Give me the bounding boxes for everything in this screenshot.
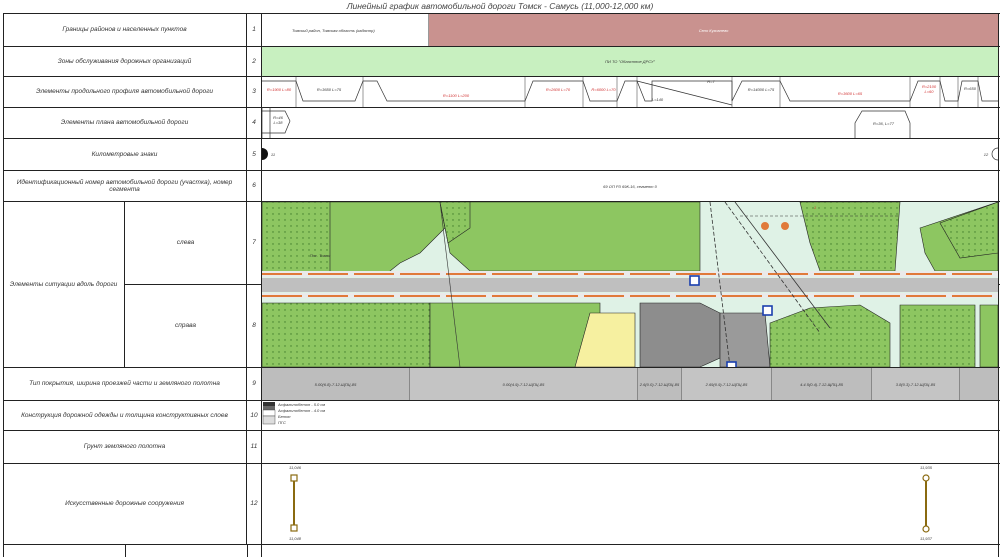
- bus-stop-icon: [762, 305, 773, 316]
- profile-label-6: R=7: [707, 78, 715, 84]
- row-header-structures: Искусственные дорожные сооружения: [3, 463, 247, 544]
- forest-left-3: [939, 202, 998, 259]
- row-num-11: 11: [247, 430, 262, 463]
- field-left-2: [439, 202, 701, 272]
- culvert-left-bottom-label: 11,048: [289, 536, 301, 541]
- row-num-4: 4: [247, 107, 262, 138]
- row-header-districts: Границы районов и населенных пунктов: [3, 13, 247, 46]
- field-left-1: [329, 202, 446, 276]
- district-zone: Томский район, Томская область (кадастр): [262, 14, 429, 46]
- profile-label-11: R=650: [964, 85, 976, 91]
- service-org-zone: ПИ ТО "Областное ДРСУ": [262, 47, 998, 76]
- building-1: [639, 302, 721, 367]
- row-num-6: 6: [247, 170, 262, 201]
- profile-label-8: R=14000 L=75: [747, 86, 775, 92]
- field-right-1: [429, 302, 601, 367]
- row-num-12: 12: [247, 463, 262, 544]
- plan-curve-left-label: R=46 L=38: [273, 115, 283, 125]
- km-sign-right-label: 12: [983, 151, 989, 157]
- surface-segment-7: [960, 368, 998, 400]
- profile-label-2: R=3650 L=75: [316, 86, 342, 92]
- culvert-right-top-label: 11,935: [920, 465, 932, 470]
- forest-right-2: [769, 304, 891, 367]
- row-header-km-signs: Километровые знаки: [3, 138, 247, 170]
- row-num-2: 2: [247, 46, 262, 76]
- field-right-3: [979, 304, 998, 367]
- field-right-2: [899, 304, 976, 367]
- surface-segment-1: 5.00(6.8)-7.12-ЩПЦ-85: [262, 368, 410, 400]
- map-crossing-label: 1: [813, 204, 817, 210]
- row-num-10: 10: [247, 400, 262, 430]
- forest-left-1: [262, 202, 441, 276]
- map-road-label: Пос. Томск: [309, 252, 331, 258]
- forest-right-1: [262, 302, 431, 367]
- surface-segment-5: 4.4.5(0.4)-7.12-ЩПЦ-85: [772, 368, 872, 400]
- surface-segment-6: 3.8(0.3)-7.12-ЩПЦ-85: [872, 368, 960, 400]
- profile-label-3: R=1100 L=200: [442, 92, 470, 98]
- page-title: Линейный график автомобильной дороги Том…: [346, 1, 654, 11]
- line-graph-table: Границы районов и населенных пунктов 1 З…: [0, 13, 1000, 557]
- profile-label-10: R=2100 L=60: [921, 84, 937, 94]
- row-header-surface: Тип покрытия, ширина проезжей части и зе…: [3, 367, 247, 400]
- road-strip: [262, 278, 998, 292]
- row-header-situation: Элементы ситуации вдоль дороги: [3, 201, 125, 367]
- profile-label-9: R=3600 L=65: [837, 90, 863, 96]
- surface-segment-3: 2.6(0.0)-7.12-ЩПЦ-85: [638, 368, 682, 400]
- row-header-left-side: слева: [125, 201, 247, 284]
- row-header-plan: Элементы плана автомобильной дороги: [3, 107, 247, 138]
- row-num-8: 8: [247, 284, 262, 367]
- field-left-3: [799, 202, 901, 272]
- road-id: 69 ОП РЗ 69К-16, сегмент 0: [603, 183, 657, 189]
- surface-segment-2: 0.00(4.9)-7.12-ЩПЦ-85: [410, 368, 638, 400]
- profile-label-7: L=140: [651, 96, 664, 102]
- forest-left-2: [439, 202, 471, 244]
- row-num-3: 3: [247, 76, 262, 107]
- row-num-5: 5: [247, 138, 262, 170]
- row-num-7: 7: [247, 201, 262, 284]
- plan-curve-right-label: R=36, L=77: [873, 120, 894, 126]
- surface-segment-4: 2.69(0.9)-7.12-ЩПЦ-85: [682, 368, 772, 400]
- row-header-soil: Грунт земляного полотна: [3, 430, 247, 463]
- row-num-1: 1: [247, 13, 262, 46]
- km-sign-left-label: 11: [270, 151, 276, 157]
- culvert-right-bottom-label: 11,937: [920, 536, 932, 541]
- row-header-right-side: справа: [125, 284, 247, 367]
- row-header-service-zones: Зоны обслуживания дорожных организаций: [3, 46, 247, 76]
- culvert-left-top: [290, 474, 298, 482]
- pavement-layer-4: ПГС: [278, 419, 286, 425]
- profile-label-5: R=6000 L=70: [591, 86, 616, 92]
- sand-zone: [574, 312, 636, 367]
- row-header-road-id: Идентификационный номер автомобильной до…: [3, 170, 247, 201]
- culvert-left-bottom: [290, 524, 298, 532]
- culvert-right-bottom: [922, 525, 930, 533]
- row-header-pavement: Конструкция дорожной одежды и толщина ко…: [3, 400, 247, 430]
- field-left-4: [919, 202, 998, 272]
- culvert-left-top-label: 11,046: [289, 465, 301, 470]
- culvert-right-top: [922, 474, 930, 482]
- village-zone: Село Кузовлево: [429, 14, 998, 46]
- profile-label-4: R=2600 L=70: [545, 86, 571, 92]
- row-num-9: 9: [247, 367, 262, 400]
- profile-label-1: R=1900 L=80: [266, 86, 292, 92]
- row-header-profile: Элементы продольного профиля автомобильн…: [3, 76, 247, 107]
- building-2: [719, 312, 771, 367]
